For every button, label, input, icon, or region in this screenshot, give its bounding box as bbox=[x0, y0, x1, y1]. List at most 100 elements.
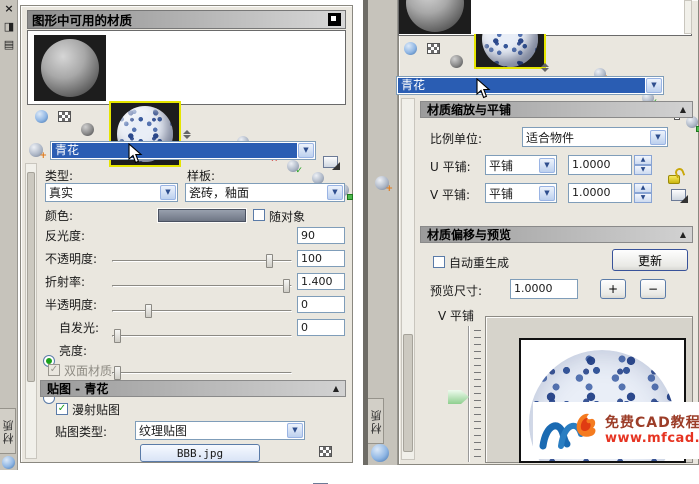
slider-thumb[interactable] bbox=[145, 304, 152, 318]
properties-menu-icon[interactable]: ▤ bbox=[2, 38, 16, 51]
diffuse-map-checkbox[interactable]: ✓ bbox=[56, 403, 68, 415]
map-settings-icon[interactable] bbox=[319, 446, 332, 457]
translucency-slider[interactable] bbox=[112, 335, 292, 337]
chevron-down-icon[interactable]: ▼ bbox=[287, 423, 303, 438]
update-button[interactable]: 更新 bbox=[612, 249, 688, 271]
self-illumination-value[interactable]: 0 bbox=[297, 319, 345, 336]
collapse-icon[interactable]: ▲ bbox=[333, 384, 339, 393]
right-panel-scrollbar[interactable] bbox=[401, 98, 415, 460]
u-tile-mode-select[interactable]: 平铺 ▼ bbox=[485, 155, 557, 175]
available-materials-title: 图形中可用的材质 bbox=[32, 10, 132, 29]
translucency-value[interactable]: 0 bbox=[297, 296, 345, 313]
material-swatch-global[interactable] bbox=[34, 35, 106, 101]
watermark: 免费CAD教程网 www.mfcad.com bbox=[533, 402, 699, 459]
shininess-slider[interactable] bbox=[112, 260, 292, 262]
new-material-button[interactable] bbox=[671, 189, 686, 201]
type-select[interactable]: 真实 ▼ bbox=[45, 183, 178, 202]
template-label: 样板: bbox=[187, 167, 215, 184]
materials-tab-icon bbox=[371, 444, 389, 462]
scale-units-label: 比例单位: bbox=[430, 130, 482, 147]
template-select[interactable]: 瓷砖，釉面 ▼ bbox=[185, 183, 345, 202]
slider-thumb[interactable] bbox=[114, 329, 121, 343]
chevron-down-icon[interactable]: ▼ bbox=[539, 186, 555, 201]
collapse-icon[interactable]: ▲ bbox=[680, 230, 686, 239]
new-material-button[interactable] bbox=[323, 156, 338, 168]
refraction-slider[interactable] bbox=[112, 310, 292, 312]
slider-thumb[interactable] bbox=[114, 366, 121, 380]
chevron-down-icon[interactable]: ▼ bbox=[160, 185, 176, 200]
splitter-up-icon bbox=[541, 63, 549, 67]
left-palette-titlebar: × ◨ ▤ 材质 bbox=[0, 0, 18, 470]
type-label: 类型: bbox=[45, 167, 73, 184]
chevron-down-icon[interactable]: ▼ bbox=[298, 143, 314, 158]
u-tile-spinner[interactable]: ▲ ▼ bbox=[634, 155, 652, 175]
u-tile-value[interactable]: 1.0000 bbox=[568, 155, 632, 175]
opacity-slider[interactable] bbox=[112, 285, 292, 287]
panel-properties-button[interactable] bbox=[328, 13, 341, 26]
swatch-geometry-sphere-icon[interactable] bbox=[35, 110, 48, 123]
tab-materials-left[interactable]: 材质 bbox=[0, 408, 16, 454]
material-name-value: 青花 bbox=[398, 78, 645, 93]
swatch-geometry-sphere-icon[interactable] bbox=[404, 42, 417, 55]
opacity-value[interactable]: 100 bbox=[297, 250, 345, 267]
map-type-select[interactable]: 纹理贴图 ▼ bbox=[135, 421, 305, 440]
offset-section-header[interactable]: 材质偏移与预览 ▲ bbox=[420, 226, 693, 243]
scale-section-header[interactable]: 材质缩放与平铺 ▲ bbox=[420, 101, 693, 118]
material-name-select[interactable]: 青花 ▼ bbox=[50, 141, 316, 160]
left-panel-scrollbar[interactable] bbox=[25, 163, 37, 459]
maps-section-header[interactable]: 贴图 - 青花 ▲ bbox=[40, 380, 346, 397]
left-scrollbar-thumb[interactable] bbox=[27, 172, 35, 382]
indicate-materials-icon[interactable]: ✓ bbox=[287, 160, 299, 172]
close-icon[interactable]: × bbox=[2, 2, 16, 15]
scale-section-title: 材质缩放与平铺 bbox=[427, 101, 511, 118]
autohide-icon[interactable]: ◨ bbox=[2, 20, 16, 33]
diffuse-map-label: 漫射贴图 bbox=[72, 401, 120, 418]
materials-toolbar: + × ✓ bbox=[398, 36, 692, 62]
right-scrollbar-thumb[interactable] bbox=[403, 334, 413, 452]
swatch-scrollbar[interactable] bbox=[684, 0, 692, 34]
gray-sphere-preview bbox=[41, 39, 99, 97]
refraction-value[interactable]: 1.400 bbox=[297, 273, 345, 290]
swatch-splitter[interactable] bbox=[27, 130, 346, 139]
collapse-icon[interactable]: ▲ bbox=[680, 105, 686, 114]
v-tile-value[interactable]: 1.0000 bbox=[568, 183, 632, 203]
offset-section-title: 材质偏移与预览 bbox=[427, 226, 511, 243]
chevron-down-icon[interactable]: ▼ bbox=[646, 78, 662, 93]
swatch-splitter[interactable] bbox=[398, 63, 692, 72]
chevron-down-icon[interactable]: ▼ bbox=[539, 158, 555, 173]
spin-up-icon[interactable]: ▲ bbox=[634, 155, 652, 165]
cursor-icon bbox=[476, 78, 491, 99]
tab-materials-right[interactable]: 材质 bbox=[368, 398, 384, 444]
screenshot-root: × ◨ ▤ 材质 图形中可用的材质 + × ✓ + 青花 ▼ bbox=[0, 0, 699, 484]
material-swatch-area bbox=[398, 0, 692, 36]
spin-up-icon[interactable]: ▲ bbox=[634, 183, 652, 193]
preview-size-value[interactable]: 1.0000 bbox=[510, 279, 578, 299]
preview-zoom-in-button[interactable]: + bbox=[600, 279, 626, 299]
slider-thumb[interactable] bbox=[283, 279, 290, 293]
by-object-checkbox[interactable] bbox=[253, 209, 265, 221]
two-sided-checkbox[interactable]: ✓ bbox=[48, 364, 60, 376]
auto-regen-checkbox[interactable] bbox=[433, 256, 445, 268]
color-swatch-button[interactable] bbox=[158, 209, 246, 222]
chevron-down-icon[interactable]: ▼ bbox=[327, 185, 343, 200]
watermark-site-name: 免费CAD教程网 bbox=[605, 415, 699, 432]
v-tile-mode-select[interactable]: 平铺 ▼ bbox=[485, 183, 557, 203]
slider-thumb[interactable] bbox=[266, 254, 273, 268]
shininess-value[interactable]: 90 bbox=[297, 227, 345, 244]
scale-units-select[interactable]: 适合物件 ▼ bbox=[522, 127, 668, 147]
map-file-button[interactable]: BBB.jpg bbox=[140, 444, 260, 462]
spin-down-icon[interactable]: ▼ bbox=[634, 165, 652, 175]
material-swatch-area bbox=[27, 30, 346, 105]
preview-zoom-out-button[interactable]: − bbox=[640, 279, 666, 299]
checkered-underlay-icon[interactable] bbox=[427, 43, 440, 54]
checkered-underlay-icon[interactable] bbox=[58, 111, 71, 122]
map-type-label: 贴图类型: bbox=[55, 423, 107, 440]
lock-uv-icon[interactable] bbox=[668, 168, 686, 190]
v-tile-spinner[interactable]: ▲ ▼ bbox=[634, 183, 652, 203]
material-name-select[interactable]: 青花 ▼ bbox=[396, 76, 664, 95]
spin-down-icon[interactable]: ▼ bbox=[634, 193, 652, 203]
v-tile-slider-track[interactable] bbox=[468, 326, 470, 462]
chevron-down-icon[interactable]: ▼ bbox=[650, 130, 666, 145]
self-illumination-slider[interactable] bbox=[112, 372, 292, 374]
material-swatch-global[interactable] bbox=[399, 0, 471, 34]
